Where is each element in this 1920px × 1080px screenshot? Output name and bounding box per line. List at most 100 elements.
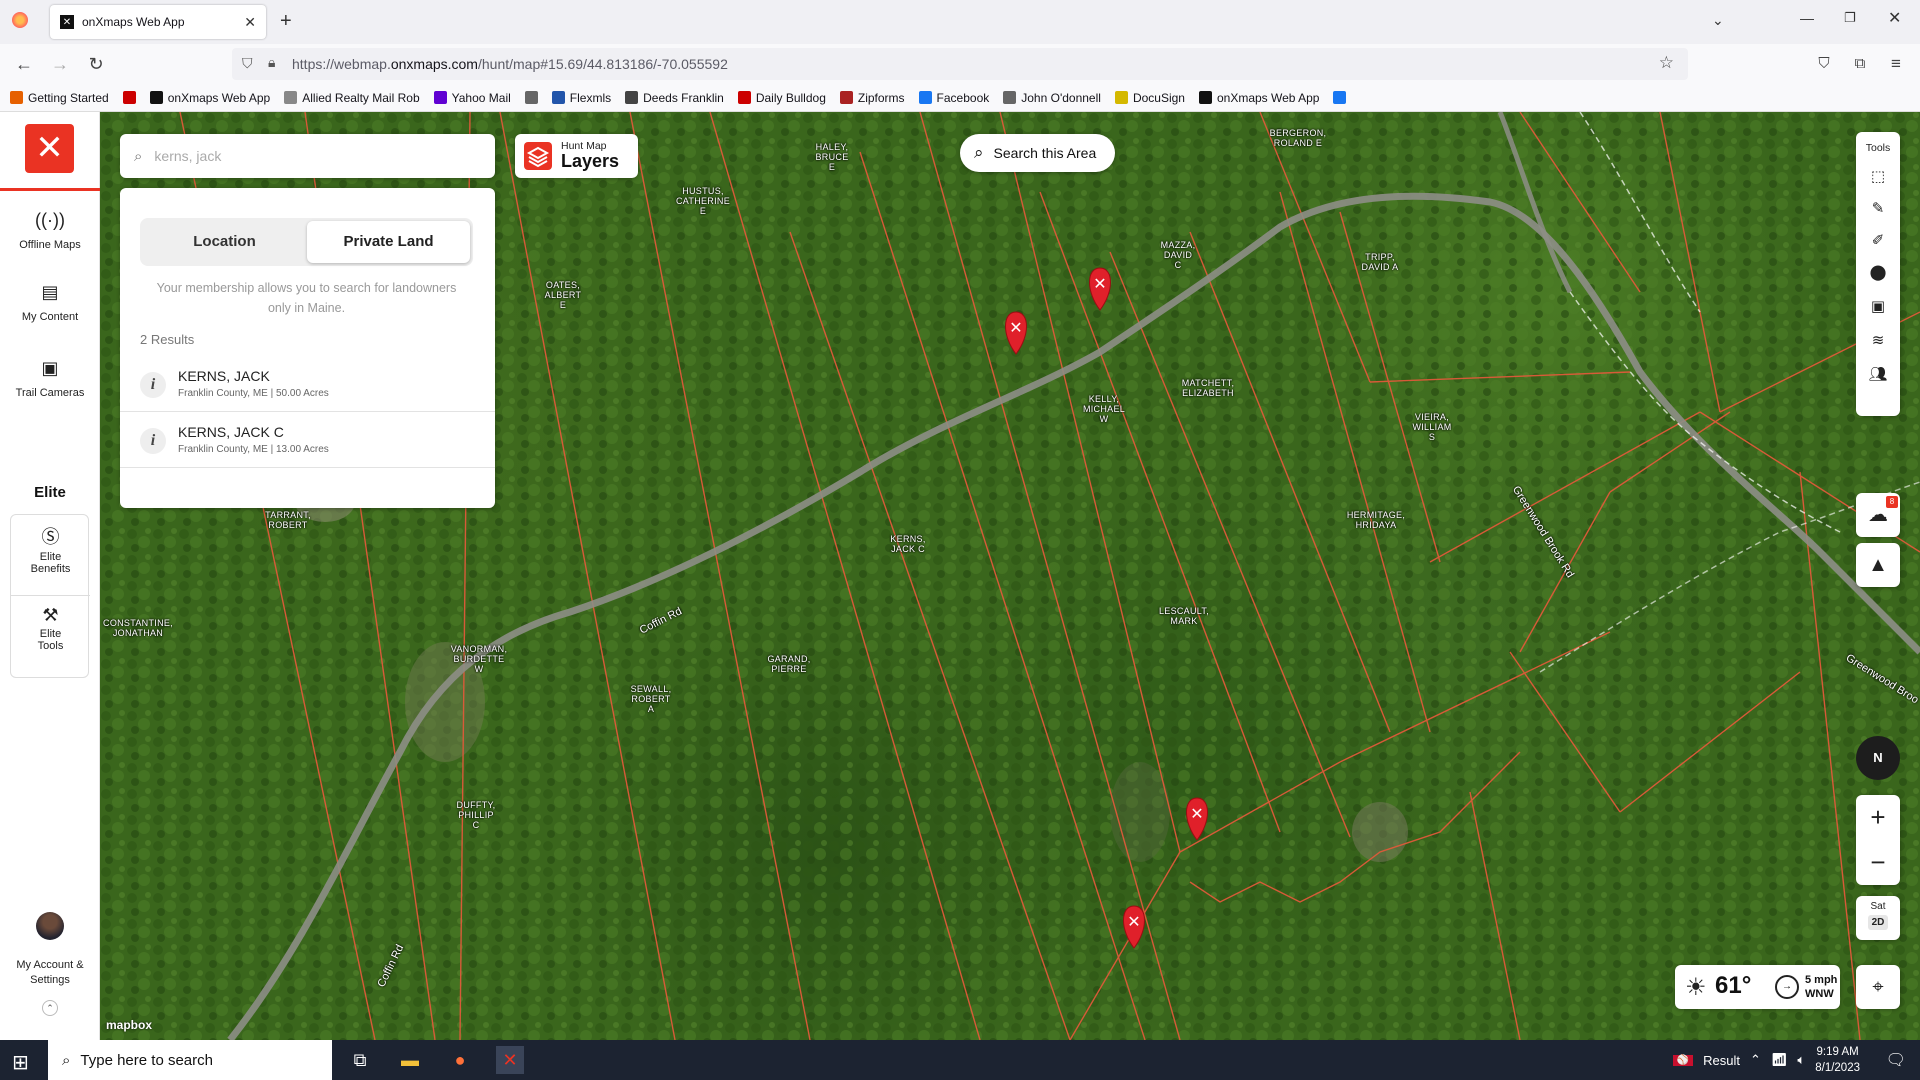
bookmark-item[interactable]: John O'donnell [1003,91,1101,105]
browser-tab[interactable]: ✕ onXmaps Web App ✕ [50,5,266,39]
parcel-label-line: DAVID A [1361,262,1399,272]
weather-widget[interactable]: ☀ 61° → 5 mph WNW [1675,965,1840,1009]
mapbox-logo[interactable]: mapbox [106,1018,152,1032]
url-bar[interactable]: ⛉ 🔒︎ https://webmap. onxmaps.com/hunt/map… [232,48,1688,80]
offline-download-button[interactable]: ☁ 8 [1856,493,1900,537]
bookmark-star-icon[interactable]: ☆ [1659,53,1674,73]
taskbar-search-placeholder: Type here to search [80,1051,213,1069]
sidebar-item-elite-benefits[interactable]: Ⓢ Elite Benefits [11,523,90,575]
task-view-icon[interactable]: ⧉ [346,1046,374,1074]
minimize-icon[interactable]: — [1800,10,1814,26]
chevron-up-icon[interactable]: ⌃ [1750,1052,1761,1068]
search-input[interactable] [154,148,455,164]
notifications-icon[interactable]: 🗨︎ [1886,1050,1906,1070]
list-tabs-icon[interactable]: ⌄ [1712,12,1724,29]
zoom-in-button[interactable]: + [1856,795,1900,840]
group-icon[interactable]: 👥︎ [1856,360,1900,390]
wind-tool-icon[interactable]: ≋ [1856,326,1900,356]
volume-icon[interactable]: 🔈︎ [1797,1052,1805,1068]
tab-location[interactable]: Location [143,221,306,263]
search-bar[interactable]: ⌕ [120,134,495,178]
sidebar-item-elite-tools[interactable]: ⚒ Elite Tools [11,605,90,652]
parcel-label-line: TRIPP, [1365,252,1395,262]
sidebar-item-my-content[interactable]: ▤ My Content [0,282,100,323]
sidebar-item-account[interactable]: My Account & Settings [0,958,100,988]
draw-line-icon[interactable]: ✎ [1856,194,1900,224]
bookmark-item[interactable]: onXmaps Web App [149,91,270,105]
info-icon[interactable]: i [140,428,166,454]
forward-icon[interactable]: → [48,52,72,76]
route-icon[interactable]: ✐ [1856,226,1900,256]
wind-readout: 5 mph WNW [1805,973,1837,1001]
bookmark-label: Yahoo Mail [451,90,511,105]
new-tab-icon[interactable]: + [280,10,292,33]
zoom-out-button[interactable]: − [1856,840,1900,885]
extensions-icon[interactable]: ⧉ [1848,52,1872,76]
onx-taskbar-icon[interactable]: ✕ [496,1046,524,1074]
search-this-area-button[interactable]: ⌕ Search this Area [960,134,1115,172]
taskbar-search[interactable]: ⌕ Type here to search [48,1040,332,1080]
layers-button[interactable]: Hunt Map Layers [515,134,638,178]
bookmark-item[interactable] [122,91,136,104]
bookmarks-bar: Getting Started onXmaps Web App Allied Rea… [0,84,1920,112]
menu-icon[interactable]: ≡ [1884,52,1908,76]
result-item[interactable]: i KERNS, JACK Franklin County, ME | 50.0… [120,356,495,412]
terrain-3d-button[interactable]: ▲ [1856,543,1900,587]
windows-start-icon[interactable]: ⊞ [12,1050,29,1075]
parcel-label: VIEIRA, WILLIAM S [1412,412,1451,442]
bookmark-item[interactable]: Yahoo Mail [433,90,511,105]
camera-icon[interactable]: ▣ [1856,292,1900,322]
bookmark-item[interactable] [524,91,538,104]
sidebar-item-trail-cameras[interactable]: ▣ Trail Cameras [0,358,100,399]
close-window-icon[interactable]: ✕ [1888,8,1901,28]
sidebar-item-offline-maps[interactable]: ((·)) Offline Maps [0,210,100,251]
chevron-up-icon[interactable]: ⌃ [42,1000,58,1016]
bookmark-item[interactable]: DocuSign [1114,91,1185,105]
restore-icon[interactable]: ❐ [1844,10,1856,26]
sidebar-item-label: Trail Cameras [15,387,85,399]
tab-close-icon[interactable]: ✕ [244,14,256,31]
info-icon[interactable]: i [140,372,166,398]
onx-logo[interactable]: ✕ [25,124,74,173]
bookmark-item[interactable]: Facebook [918,91,989,105]
parcel-label-line: ROLAND E [1273,138,1323,148]
bookmark-item[interactable] [1333,91,1347,104]
membership-line-1: Your membership allows you to search for… [156,281,457,295]
parcel-label-line: KELLY, [1088,394,1120,404]
lock-icon[interactable]: 🔒︎ [268,54,275,71]
trail-camera-icon: ▣ [41,358,59,378]
tools-icon: ⚒ [42,605,59,625]
firefox-icon[interactable] [12,12,28,28]
clock[interactable]: 9:19 AM 8/1/2023 [1815,1044,1860,1076]
result-item[interactable]: i KERNS, JACK C Franklin County, ME | 13… [120,412,495,468]
avatar[interactable] [36,912,64,940]
bookmark-item[interactable]: Daily Bulldog [737,91,826,105]
waypoint-pin-icon[interactable]: ⬤ [1856,258,1900,288]
pocket-icon[interactable]: ⛉ [1812,52,1836,76]
parcel-label-line: HRIDAYA [1355,520,1397,530]
parcel-label: VANORMAN, BURDETTE W [451,644,508,674]
tab-private-land[interactable]: Private Land [307,221,470,263]
parcel-label-line: HUSTUS, [682,186,724,196]
bookmark-item[interactable]: Zipforms [839,91,905,105]
network-icon[interactable]: 📶︎ [1771,1052,1788,1068]
system-tray: ⚾ Result ⌃ 📶︎ 🔈︎ 9:19 AM 8/1/2023 [1672,1040,1860,1080]
bookmark-item[interactable]: onXmaps Web App [1198,91,1319,105]
bookmark-item[interactable]: Allied Realty Mail Rob [284,91,420,105]
tray-result-label[interactable]: Result [1703,1053,1740,1068]
bookmark-item[interactable]: Deeds Franklin [625,91,724,105]
measure-area-icon[interactable]: ⬚ [1856,162,1900,192]
parcel-label-line: ELIZABETH [1182,388,1234,398]
firefox-taskbar-icon[interactable]: ● [446,1046,474,1074]
my-location-button[interactable]: ⌖ [1856,965,1900,1009]
basemap-mode: 2D [1867,915,1889,930]
basemap-toggle[interactable]: Sat 2D [1856,896,1900,940]
bookmark-item[interactable]: Flexmls [551,91,611,105]
compass-button[interactable]: N [1856,736,1900,780]
file-explorer-icon[interactable]: ▬ [396,1046,424,1074]
reload-icon[interactable]: ↻ [84,52,108,76]
bookmark-favicon-icon [737,91,751,104]
bookmark-item[interactable]: Getting Started [10,91,109,105]
shield-icon[interactable]: ⛉ [242,55,253,72]
back-icon[interactable]: ← [12,52,36,76]
